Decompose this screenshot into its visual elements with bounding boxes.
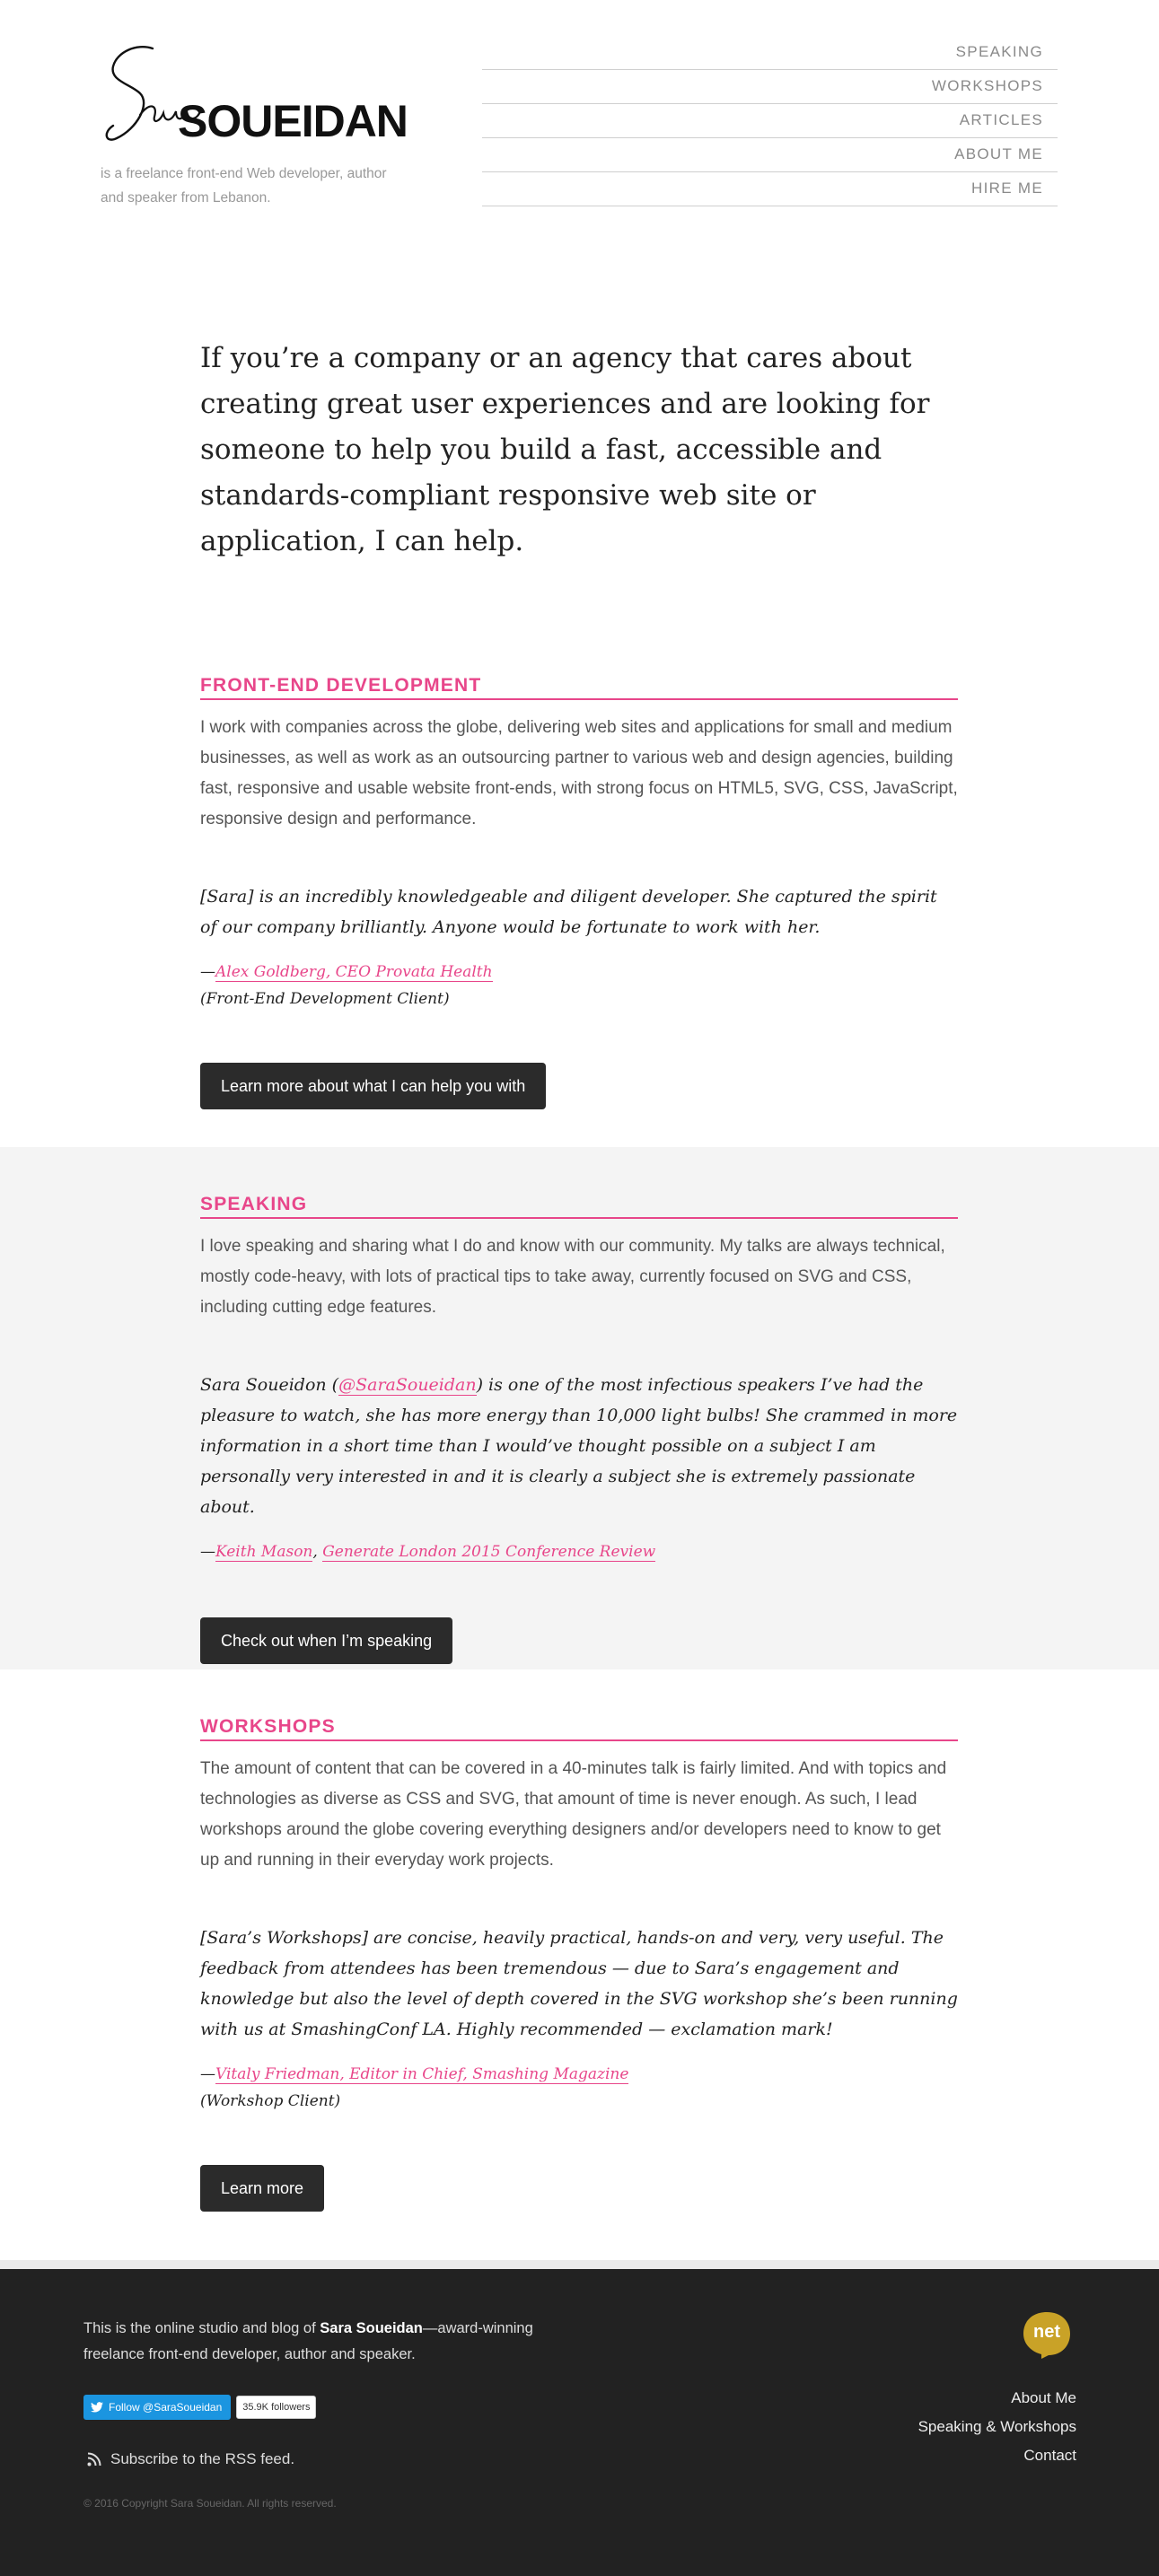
cite-dash: — — [200, 1543, 215, 1561]
learn-more-frontend-button[interactable]: Learn more about what I can help you wit… — [200, 1063, 547, 1109]
testimonial-citation: —Keith Mason, Generate London 2015 Confe… — [200, 1538, 958, 1565]
testimonial-citation: —Vitaly Friedman, Editor in Chief, Smash… — [200, 2061, 958, 2115]
section-title: WORKSHOPS — [200, 1714, 958, 1741]
section-body: I love speaking and sharing what I do an… — [200, 1237, 945, 1317]
net-award-badge: net — [1023, 2312, 1070, 2359]
cite-link-source[interactable]: Generate London 2015 Conference Review — [322, 1543, 656, 1562]
badge-text: net — [1033, 2322, 1060, 2342]
site-header: SOUEIDAN is a freelance front-end Web de… — [0, 0, 1159, 269]
main-nav: SPEAKING WORKSHOPS ARTICLES ABOUT ME HIR… — [482, 36, 1058, 206]
twitter-bird-icon — [91, 2402, 103, 2413]
testimonial-quote: [Sara] is an incredibly knowledgeable an… — [200, 887, 937, 937]
section-speaking: SPEAKING I love speaking and sharing wha… — [0, 1147, 1159, 1669]
section-frontend-development: FRONT-END DEVELOPMENT I work with compan… — [0, 646, 1159, 1147]
cite-dash: — — [200, 963, 215, 981]
rss-subscribe-link[interactable]: Subscribe to the RSS feed. — [87, 2450, 294, 2468]
about-name: Sara Soueidan — [320, 2320, 423, 2336]
learn-more-workshops-button[interactable]: Learn more — [200, 2165, 325, 2212]
copyright: © 2016 Copyright Sara Soueidan. All righ… — [83, 2497, 337, 2510]
quote-pre: Sara Soueidon ( — [200, 1375, 339, 1395]
nav-item-articles[interactable]: ARTICLES — [482, 104, 1058, 138]
footer-nav: About Me Speaking & Workshops Contact — [918, 2384, 1076, 2470]
rss-icon — [87, 2452, 101, 2466]
section-body: I work with companies across the globe, … — [200, 718, 958, 828]
logo-wordmark: SOUEIDAN — [178, 96, 408, 146]
follower-count: 35.9K followers — [236, 2396, 317, 2419]
cite-dash: — — [200, 2065, 215, 2083]
section-title: FRONT-END DEVELOPMENT — [200, 673, 958, 700]
cite-separator: , — [312, 1543, 323, 1561]
footer-link-contact[interactable]: Contact — [918, 2441, 1076, 2470]
rss-label: Subscribe to the RSS feed. — [110, 2450, 295, 2467]
intro-statement: If you’re a company or an agency that ca… — [200, 342, 930, 557]
nav-item-workshops[interactable]: WORKSHOPS — [482, 70, 1058, 104]
cite-link[interactable]: Vitaly Friedman, Editor in Chief, Smashi… — [215, 2065, 629, 2084]
section-body: The amount of content that can be covere… — [200, 1759, 947, 1870]
footer-about: This is the online studio and blog of Sa… — [83, 2316, 586, 2368]
nav-item-about-me[interactable]: ABOUT ME — [482, 138, 1058, 172]
section-title: SPEAKING — [200, 1192, 958, 1219]
nav-item-speaking[interactable]: SPEAKING — [482, 36, 1058, 70]
testimonial-quote: [Sara’s Workshops] are concise, heavily … — [200, 1928, 958, 2039]
nav-item-hire-me[interactable]: HIRE ME — [482, 172, 1058, 206]
site-footer: This is the online studio and blog of Sa… — [0, 2260, 1159, 2576]
site-tagline: is a freelance front-end Web developer, … — [101, 166, 387, 206]
cite-note: (Workshop Client) — [200, 2092, 341, 2110]
about-pre: This is the online studio and blog of — [83, 2320, 320, 2336]
quote-post: ) is one of the most infectious speakers… — [200, 1375, 958, 1517]
twitter-follow-button[interactable]: Follow @SaraSoueidan — [83, 2395, 232, 2420]
cite-link[interactable]: Alex Goldberg, CEO Provata Health — [215, 963, 493, 982]
section-workshops: WORKSHOPS The amount of content that can… — [0, 1669, 1159, 2251]
site-logo[interactable]: SOUEIDAN — [101, 39, 408, 156]
follow-label: Follow @SaraSoueidan — [109, 2401, 223, 2414]
testimonial-citation: —Alex Goldberg, CEO Provata Health (Fron… — [200, 959, 958, 1012]
check-speaking-button[interactable]: Check out when I’m speaking — [200, 1617, 453, 1664]
twitter-follow-widget: Follow @SaraSoueidan 35.9K followers — [83, 2395, 317, 2420]
footer-link-speaking-workshops[interactable]: Speaking & Workshops — [918, 2413, 1076, 2441]
cite-link-author[interactable]: Keith Mason — [215, 1543, 313, 1562]
footer-link-about-me[interactable]: About Me — [918, 2384, 1076, 2413]
cite-note: (Front-End Development Client) — [200, 990, 450, 1008]
twitter-handle-link[interactable]: @SaraSoueidan — [338, 1375, 477, 1396]
testimonial-quote: Sara Soueidon (@SaraSoueidan) is one of … — [200, 1370, 958, 1522]
